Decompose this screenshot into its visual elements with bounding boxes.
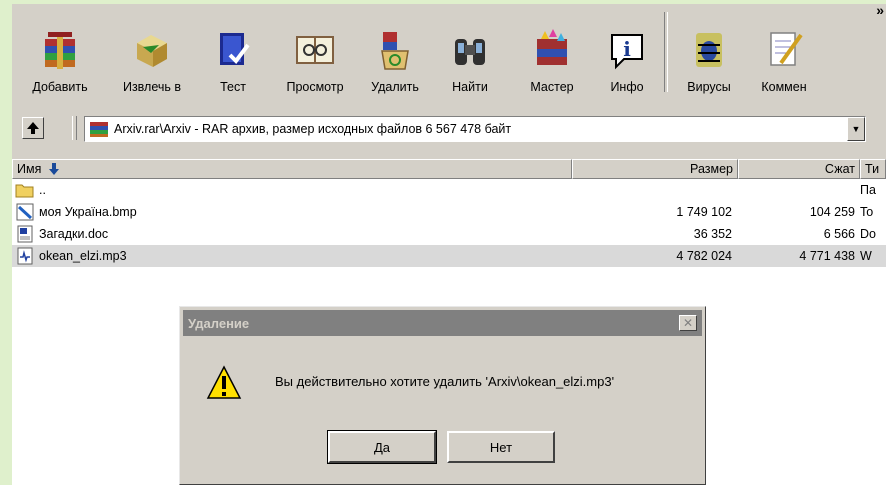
arrow-up-icon bbox=[27, 122, 39, 134]
add-label: Добавить bbox=[32, 80, 88, 94]
row-name: Загадки.doc bbox=[39, 227, 109, 241]
header-packed[interactable]: Сжат bbox=[738, 159, 860, 179]
info-label: Инфо bbox=[610, 80, 644, 94]
warning-icon bbox=[206, 365, 242, 399]
row-type: Па bbox=[860, 183, 876, 197]
header-name-label: Имя bbox=[17, 162, 42, 176]
header-size[interactable]: Размер bbox=[572, 159, 738, 179]
row-name: okean_elzi.mp3 bbox=[39, 249, 127, 263]
row-size: 1 749 102 bbox=[676, 205, 732, 219]
virus-scan-button[interactable]: Вирусы bbox=[672, 4, 746, 100]
wizard-button[interactable]: Мастер bbox=[510, 4, 594, 100]
wizard-label: Мастер bbox=[530, 80, 574, 94]
list-row-parent[interactable]: .. Па bbox=[12, 179, 886, 201]
chevron-down-icon: ▼ bbox=[851, 124, 861, 134]
comment-icon bbox=[770, 32, 803, 66]
address-dropdown-button[interactable]: ▼ bbox=[847, 117, 865, 141]
test-icon bbox=[220, 33, 250, 65]
list-row-bmp[interactable]: моя Україна.bmp 1 749 102 104 259 To bbox=[12, 201, 886, 223]
find-button[interactable]: Найти bbox=[430, 4, 510, 100]
comment-label: Коммен bbox=[761, 80, 807, 94]
row-packed: 6 566 bbox=[823, 227, 855, 241]
header-size-label: Размер bbox=[690, 162, 733, 176]
virus-scan-label: Вирусы bbox=[687, 80, 731, 94]
bitmap-file-icon bbox=[16, 203, 34, 221]
find-icon bbox=[455, 39, 485, 65]
row-name: моя Україна.bmp bbox=[39, 205, 137, 219]
test-button[interactable]: Тест bbox=[196, 4, 270, 100]
dialog-titlebar[interactable]: Удаление ✕ bbox=[183, 310, 702, 336]
row-packed: 104 259 bbox=[809, 205, 855, 219]
close-icon: ✕ bbox=[682, 316, 694, 330]
dialog-close-button[interactable]: ✕ bbox=[679, 315, 697, 331]
wizard-icon bbox=[537, 29, 567, 65]
sort-down-arrow-icon bbox=[49, 163, 60, 175]
delete-confirm-dialog: Удаление ✕ Вы действительно хотите удали… bbox=[179, 306, 706, 485]
delete-button[interactable]: Удалить bbox=[360, 4, 430, 100]
add-archive-icon bbox=[45, 32, 75, 69]
header-packed-label: Сжат bbox=[824, 162, 855, 176]
row-name: .. bbox=[39, 183, 46, 197]
word-document-icon bbox=[17, 225, 33, 243]
toolbar-separator bbox=[664, 12, 668, 92]
address-grip bbox=[72, 116, 77, 140]
row-type: W bbox=[860, 249, 872, 263]
extract-button[interactable]: Извлечь в bbox=[108, 4, 196, 100]
list-row-mp3[interactable]: okean_elzi.mp3 4 782 024 4 771 438 W bbox=[12, 245, 886, 267]
delete-icon bbox=[381, 32, 409, 70]
address-field[interactable]: Arxiv.rar\Arxiv - RAR архив, размер исхо… bbox=[84, 116, 866, 142]
folder-up-icon bbox=[15, 184, 34, 198]
row-packed: 4 771 438 bbox=[799, 249, 855, 263]
virus-scan-icon bbox=[696, 33, 722, 67]
test-label: Тест bbox=[220, 80, 246, 94]
find-label: Найти bbox=[452, 80, 488, 94]
svg-text:i: i bbox=[623, 37, 631, 61]
list-header: Имя Размер Сжат Ти bbox=[12, 159, 886, 179]
comment-button[interactable]: Коммен bbox=[746, 4, 822, 100]
no-label: Нет bbox=[489, 439, 513, 455]
view-icon bbox=[296, 36, 334, 64]
dialog-title: Удаление bbox=[188, 315, 250, 331]
toolbar-overflow-icon[interactable]: » bbox=[876, 4, 884, 18]
row-size: 36 352 bbox=[693, 227, 732, 241]
row-type: Do bbox=[860, 227, 876, 241]
row-size: 4 782 024 bbox=[676, 249, 732, 263]
list-row-doc[interactable]: Загадки.doc 36 352 6 566 Do bbox=[12, 223, 886, 245]
extract-label: Извлечь в bbox=[122, 80, 182, 94]
row-type: To bbox=[860, 205, 874, 219]
toolbar: Добавить Извлечь в Тест Просмотр Удалить… bbox=[12, 4, 886, 104]
header-name[interactable]: Имя bbox=[12, 159, 572, 179]
audio-file-icon bbox=[17, 247, 33, 265]
address-path: Arxiv.rar\Arxiv - RAR архив, размер исхо… bbox=[114, 122, 512, 136]
no-button[interactable]: Нет bbox=[447, 431, 555, 463]
view-button[interactable]: Просмотр bbox=[270, 4, 360, 100]
info-icon: i bbox=[611, 34, 643, 70]
yes-button[interactable]: Да bbox=[327, 430, 437, 464]
up-folder-button[interactable] bbox=[22, 117, 44, 139]
yes-label: Да bbox=[373, 439, 391, 455]
header-type-label: Ти bbox=[865, 162, 880, 176]
view-label: Просмотр bbox=[286, 80, 344, 94]
address-bar: Arxiv.rar\Arxiv - RAR архив, размер исхо… bbox=[12, 114, 886, 144]
add-button[interactable]: Добавить bbox=[12, 4, 108, 100]
rar-archive-icon bbox=[90, 122, 108, 137]
extract-icon bbox=[137, 35, 167, 67]
info-button[interactable]: i Инфо bbox=[594, 4, 660, 100]
delete-label: Удалить bbox=[371, 80, 419, 94]
header-type[interactable]: Ти bbox=[860, 159, 886, 179]
dialog-message: Вы действительно хотите удалить 'Arxiv\o… bbox=[275, 374, 615, 389]
